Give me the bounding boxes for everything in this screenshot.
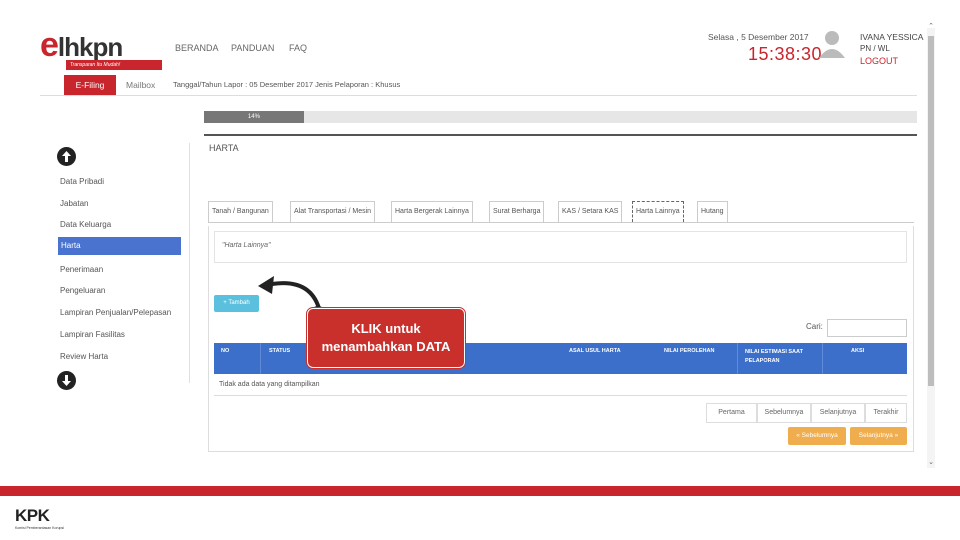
sidebar-item-jabatan[interactable]: Jabatan bbox=[60, 199, 88, 208]
sidebar-item-lampiran-penjualan[interactable]: Lampiran Penjualan/Pelepasan bbox=[60, 308, 171, 317]
tab-harta-lainnya[interactable]: Harta Lainnya bbox=[632, 201, 684, 222]
pager-prev[interactable]: Sebelumnya bbox=[757, 403, 811, 423]
scrollbar-thumb[interactable] bbox=[928, 36, 934, 386]
callout-line1: KLIK untuk bbox=[351, 321, 421, 336]
progress-bar: 14% bbox=[204, 111, 917, 123]
th-no: NO bbox=[221, 348, 230, 354]
scroll-up-icon[interactable]: ⌃ bbox=[927, 22, 935, 30]
nav-faq[interactable]: FAQ bbox=[289, 43, 307, 53]
tab-alat-transportasi[interactable]: Alat Transportasi / Mesin bbox=[290, 201, 376, 222]
report-info: Tanggal/Tahun Lapor : 05 Desember 2017 J… bbox=[173, 80, 401, 89]
user-name: IVANA YESSICA bbox=[860, 32, 924, 42]
user-role: PN / WL bbox=[860, 44, 890, 53]
current-date: Selasa , 5 Desember 2017 bbox=[708, 32, 809, 42]
sidebar-divider bbox=[189, 143, 190, 383]
search-label: Cari: bbox=[806, 322, 823, 331]
th-nilai-perolehan: NILAI PEROLEHAN bbox=[664, 348, 715, 354]
th-divider bbox=[260, 343, 261, 374]
search-input[interactable] bbox=[827, 319, 907, 337]
sidebar-item-data-pribadi[interactable]: Data Pribadi bbox=[60, 177, 104, 186]
avatar bbox=[817, 28, 847, 58]
tab-hutang[interactable]: Hutang bbox=[697, 201, 728, 222]
callout-box: KLIK untuk menambahkan DATA bbox=[306, 307, 466, 369]
th-asal-usul: ASAL USUL HARTA bbox=[569, 348, 621, 354]
pager-first[interactable]: Pertama bbox=[706, 403, 757, 423]
title-divider bbox=[204, 134, 917, 136]
kpk-logo: KPK bbox=[15, 506, 50, 525]
tab-tanah-bangunan[interactable]: Tanah / Bangunan bbox=[208, 201, 273, 222]
sidebar-item-penerimaan[interactable]: Penerimaan bbox=[60, 265, 103, 274]
section-label: "Harta Lainnya" bbox=[222, 242, 271, 249]
current-time: 15:38:30 bbox=[748, 44, 823, 64]
callout-line2: menambahkan DATA bbox=[321, 339, 451, 354]
progress-fill: 14% bbox=[204, 111, 304, 123]
nav-panduan[interactable]: PANDUAN bbox=[231, 43, 274, 53]
page-title: HARTA bbox=[209, 143, 239, 153]
tabs-divider bbox=[208, 222, 914, 223]
prev-step-button[interactable]: « Sebelumnya bbox=[788, 427, 846, 445]
mailbox-link[interactable]: Mailbox bbox=[126, 80, 155, 90]
nav-beranda[interactable]: BERANDA bbox=[175, 43, 219, 53]
pager-last[interactable]: Terakhir bbox=[865, 403, 907, 423]
tab-surat-berharga[interactable]: Surat Berharga bbox=[489, 201, 545, 222]
arrow-down-icon[interactable] bbox=[57, 371, 76, 390]
logo-tagline: Transparan Itu Mudah! bbox=[66, 60, 162, 70]
subbar bbox=[40, 74, 917, 96]
tab-harta-bergerak[interactable]: Harta Bergerak Lainnya bbox=[391, 201, 473, 222]
footer-bar bbox=[0, 486, 960, 496]
tab-kas[interactable]: KAS / Setara KAS bbox=[558, 201, 623, 222]
empty-table-text: Tidak ada data yang ditampilkan bbox=[219, 381, 320, 388]
kpk-subtitle: Komisi Pemberantasan Korupsi bbox=[15, 526, 65, 530]
lhkpn-logo[interactable]: elhkpn Transparan Itu Mudah! bbox=[38, 22, 162, 72]
arrow-up-icon[interactable] bbox=[57, 147, 76, 166]
sidebar-item-data-keluarga[interactable]: Data Keluarga bbox=[60, 220, 111, 229]
logo-text: lhkpn bbox=[57, 32, 123, 62]
efiling-button[interactable]: E-Filing bbox=[64, 75, 116, 95]
logout-link[interactable]: LOGOUT bbox=[860, 56, 898, 66]
th-aksi: AKSI bbox=[851, 348, 865, 354]
th-status: STATUS bbox=[269, 348, 291, 354]
pager-next[interactable]: Selanjutnya bbox=[811, 403, 865, 423]
sidebar-item-lampiran-fasilitas[interactable]: Lampiran Fasilitas bbox=[60, 330, 125, 339]
sidebar-item-harta[interactable]: Harta bbox=[58, 237, 181, 255]
next-step-button[interactable]: Selanjutnya » bbox=[850, 427, 907, 445]
logo-letter: e bbox=[40, 26, 59, 64]
sidebar-item-pengeluaran[interactable]: Pengeluaran bbox=[60, 286, 105, 295]
section-box bbox=[214, 231, 907, 263]
scroll-down-icon[interactable]: ⌄ bbox=[927, 458, 935, 466]
sidebar-item-review-harta[interactable]: Review Harta bbox=[60, 352, 108, 361]
th-divider bbox=[737, 343, 738, 374]
th-nilai-estimasi: NILAI ESTIMASI SAAT PELAPORAN bbox=[745, 349, 803, 364]
th-divider bbox=[822, 343, 823, 374]
